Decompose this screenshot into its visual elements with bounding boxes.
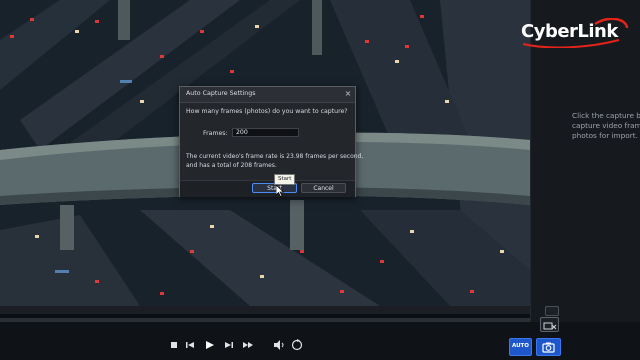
previous-frame-icon[interactable] — [183, 338, 197, 352]
camera-capture-button[interactable] — [536, 338, 561, 356]
repeat-icon[interactable] — [290, 338, 304, 352]
capture-side-panel — [530, 0, 640, 336]
dialog-title: Auto Capture Settings — [186, 90, 256, 97]
brand-name: CyberLink — [521, 21, 618, 42]
volume-icon[interactable] — [272, 338, 286, 352]
capture-mode-small-icon[interactable] — [545, 306, 559, 316]
camera-icon — [542, 342, 555, 353]
frames-input[interactable] — [232, 128, 299, 137]
play-icon[interactable] — [202, 338, 216, 352]
frames-label: Frames: — [203, 130, 228, 137]
help-line: photos for import. — [572, 131, 638, 140]
dialog-titlebar: Auto Capture Settings × — [180, 87, 355, 103]
capture-help-text: Click the capture butto capture video fr… — [572, 111, 640, 141]
frame-rate-info: The current video's frame rate is 23.98 … — [186, 153, 364, 160]
cancel-button[interactable]: Cancel — [301, 183, 346, 193]
frames-question: How many frames (photos) do you want to … — [186, 108, 348, 115]
stop-icon[interactable] — [167, 338, 181, 352]
fast-forward-icon[interactable] — [241, 338, 255, 352]
auto-capture-settings-dialog: Auto Capture Settings × How many frames … — [179, 86, 363, 197]
mouse-pointer-icon — [275, 182, 285, 201]
auto-capture-button[interactable]: AUTO — [509, 338, 532, 356]
total-frames-info: and has a total of 208 frames. — [186, 162, 277, 169]
close-icon[interactable]: × — [343, 89, 353, 99]
capture-mode-icon[interactable] — [540, 317, 559, 332]
timeline-area — [0, 306, 530, 314]
auto-capture-label: AUTO — [512, 343, 529, 349]
next-frame-icon[interactable] — [222, 338, 236, 352]
help-line: capture video frames a — [572, 121, 640, 130]
cyberlink-logo: CyberLink — [519, 18, 631, 48]
help-line: Click the capture butto — [572, 111, 640, 120]
